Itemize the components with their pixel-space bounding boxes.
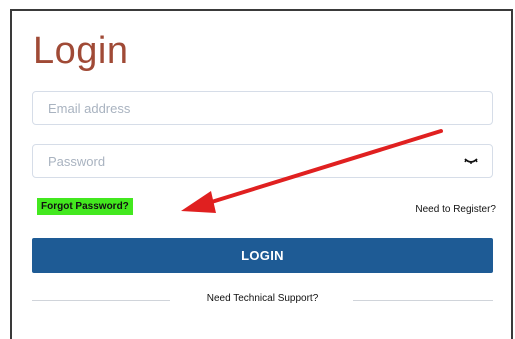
support-divider: Need Technical Support?: [32, 292, 493, 308]
eye-icon[interactable]: [464, 156, 478, 166]
login-button[interactable]: LOGIN: [32, 238, 493, 273]
password-input[interactable]: [33, 145, 448, 177]
page-title: Login: [33, 30, 129, 72]
support-link[interactable]: Need Technical Support?: [32, 293, 493, 304]
password-field[interactable]: [32, 144, 493, 178]
divider-line-right: [353, 300, 493, 301]
email-input[interactable]: [33, 92, 448, 124]
email-field[interactable]: [32, 91, 493, 125]
forgot-password-link[interactable]: Forgot Password?: [37, 198, 133, 215]
register-link[interactable]: Need to Register?: [415, 204, 496, 215]
